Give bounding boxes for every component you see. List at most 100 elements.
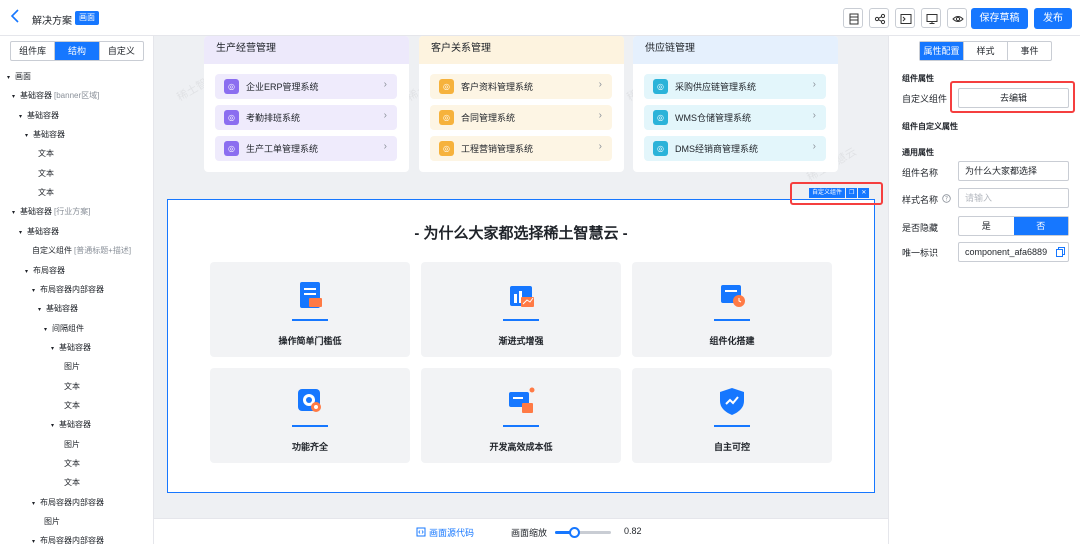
source-code-link[interactable]: 画面源代码: [429, 526, 474, 539]
help-icon[interactable]: ?: [942, 194, 951, 203]
back-chevron-icon[interactable]: [10, 9, 24, 27]
tree-node[interactable]: ▾ 基础容器: [25, 128, 65, 142]
share-nodes-icon[interactable]: [869, 8, 889, 28]
tree-node-label: 间隔组件: [52, 323, 84, 333]
save-draft-button[interactable]: 保存草稿: [971, 8, 1028, 29]
property-tab-0[interactable]: 属性配置: [920, 42, 964, 60]
tree-node-note: [普通标题+描述]: [74, 246, 132, 256]
zoom-slider[interactable]: [555, 527, 611, 538]
feature-underline: [714, 425, 750, 427]
chevron-right-icon: ›: [812, 110, 816, 121]
system-item[interactable]: ◎ 采购供应链管理系统 ›: [644, 74, 826, 99]
tree-caret-icon[interactable]: ▾: [32, 284, 40, 298]
canvas[interactable]: 稀土智慧云稀土智慧云稀土智慧云稀土智慧云稀土智慧云稀土智慧云稀土智慧云稀土智慧云…: [154, 36, 888, 544]
tree-node[interactable]: ▾ 基础容器: [38, 302, 78, 316]
tree-caret-icon[interactable]: ▾: [32, 535, 40, 544]
tree-node[interactable]: 文本: [38, 147, 54, 161]
tree-node-label: 基础容器: [20, 91, 52, 101]
feature-card: 自主可控: [632, 368, 832, 463]
zoom-label: 画面缩放: [511, 528, 548, 538]
chevron-right-icon: ›: [383, 79, 387, 90]
system-item[interactable]: ◎ 合同管理系统 ›: [430, 105, 612, 130]
tree-node[interactable]: ▾ 基础容器 [banner区域]: [12, 89, 99, 103]
system-item[interactable]: ◎ 客户资料管理系统 ›: [430, 74, 612, 99]
tree-caret-icon[interactable]: ▾: [38, 303, 46, 317]
tree-node-label: 基础容器: [46, 304, 78, 314]
tree-node[interactable]: 图片: [64, 360, 80, 374]
hidden-no-option[interactable]: 否: [1013, 217, 1068, 235]
system-item[interactable]: ◎ 考勤排班系统 ›: [215, 105, 397, 130]
style-name-input[interactable]: 请输入: [958, 188, 1069, 208]
tree-caret-icon[interactable]: ▾: [12, 206, 20, 220]
tree-caret-icon[interactable]: ▾: [32, 497, 40, 511]
feature-label: 渐进式增强: [498, 336, 544, 346]
system-item[interactable]: ◎ DMS经销商管理系统 ›: [644, 136, 826, 161]
tree-node[interactable]: 图片: [44, 515, 60, 529]
zoom-slider-thumb[interactable]: [569, 527, 580, 538]
tree-node[interactable]: ▾ 布局容器内部容器: [32, 283, 104, 297]
tree-node[interactable]: 文本: [38, 167, 54, 181]
chevron-right-icon: ›: [598, 141, 602, 152]
tree-node[interactable]: 文本: [64, 399, 80, 413]
tree-node[interactable]: ▾ 基础容器: [51, 341, 91, 355]
left-tab-1[interactable]: 结构: [55, 42, 100, 60]
system-item[interactable]: ◎ 生产工单管理系统 ›: [215, 136, 397, 161]
hidden-yes-option[interactable]: 是: [959, 217, 1014, 235]
tree-node[interactable]: 文本: [64, 457, 80, 471]
tree-caret-icon[interactable]: ▾: [51, 419, 59, 433]
tree-node-label: 文本: [38, 168, 54, 178]
monitor-icon[interactable]: [921, 8, 941, 28]
chevron-right-icon: ›: [383, 141, 387, 152]
left-tab-2[interactable]: 自定义: [100, 42, 143, 60]
card-title: 客户关系管理: [419, 36, 624, 64]
tree-node[interactable]: ▾ 布局容器内部容器: [32, 534, 104, 544]
tree-node[interactable]: 文本: [38, 186, 54, 200]
tree-caret-icon[interactable]: ▾: [25, 129, 33, 143]
tree-node-label: 文本: [64, 381, 80, 391]
tree-caret-icon[interactable]: ▾: [25, 265, 33, 279]
tree-node[interactable]: ▾ 布局容器内部容器: [32, 496, 104, 510]
tree-node-label: 基础容器: [59, 342, 91, 352]
tree-node[interactable]: 文本: [64, 380, 80, 394]
feature-card: 操作简单门槛低: [210, 262, 410, 357]
tree-node[interactable]: ▾ 基础容器: [19, 109, 59, 123]
tree-caret-icon[interactable]: ▾: [19, 226, 27, 240]
target-search-icon: [298, 389, 321, 412]
system-icon: ◎: [439, 110, 454, 125]
tree-node[interactable]: ▾ 基础容器 [行业方案]: [12, 205, 90, 219]
tree-caret-icon[interactable]: ▾: [44, 323, 52, 337]
tree-node-label: 文本: [64, 478, 80, 488]
left-tab-0[interactable]: 组件库: [11, 42, 56, 60]
layout-icon[interactable]: [843, 8, 863, 28]
tree-caret-icon[interactable]: ▾: [51, 342, 59, 356]
tree-node[interactable]: 文本: [64, 476, 80, 490]
property-tab-2[interactable]: 事件: [1008, 42, 1051, 60]
tree-caret-icon[interactable]: ▾: [12, 90, 20, 104]
copy-id-icon[interactable]: [1056, 247, 1065, 257]
tree-node[interactable]: 自定义组件 [普通标题+描述]: [32, 244, 131, 258]
feature-card: 功能齐全: [210, 368, 410, 463]
tree-node[interactable]: ▾ 间隔组件: [44, 322, 84, 336]
publish-button[interactable]: 发布: [1034, 8, 1072, 29]
property-tab-1[interactable]: 样式: [964, 42, 1008, 60]
system-item[interactable]: ◎ 工程营销管理系统 ›: [430, 136, 612, 161]
tree-node[interactable]: ▾ 基础容器: [19, 225, 59, 239]
solution-card: 供应链管理 ◎ 采购供应链管理系统 › ◎ WMS仓储管理系统 › ◎ DMS经销商管理系统 ›: [633, 36, 838, 172]
tree-caret-icon[interactable]: ▾: [19, 110, 27, 124]
left-panel-tabs: 组件库 结构 自定义: [10, 41, 144, 61]
name-label: 组件名称: [902, 168, 939, 178]
unique-id-input[interactable]: component_afa6889: [958, 242, 1069, 262]
system-item[interactable]: ◎ WMS仓储管理系统 ›: [644, 105, 826, 130]
tree-node[interactable]: ▾ 布局容器: [25, 264, 65, 278]
tree-node[interactable]: ▾ 基础容器: [51, 418, 91, 432]
tree-node-label: 基础容器: [27, 226, 59, 236]
terminal-icon[interactable]: [895, 8, 915, 28]
tree-node[interactable]: ▾ 画面: [7, 70, 31, 84]
system-item[interactable]: ◎ 企业ERP管理系统 ›: [215, 74, 397, 99]
eye-icon[interactable]: [947, 8, 967, 28]
chart-growth-icon: [510, 286, 534, 307]
tree-caret-icon[interactable]: ▾: [7, 71, 15, 85]
component-name-input[interactable]: 为什么大家都选择: [958, 161, 1069, 181]
hidden-toggle[interactable]: 是 否: [958, 216, 1069, 236]
tree-node[interactable]: 图片: [64, 438, 80, 452]
